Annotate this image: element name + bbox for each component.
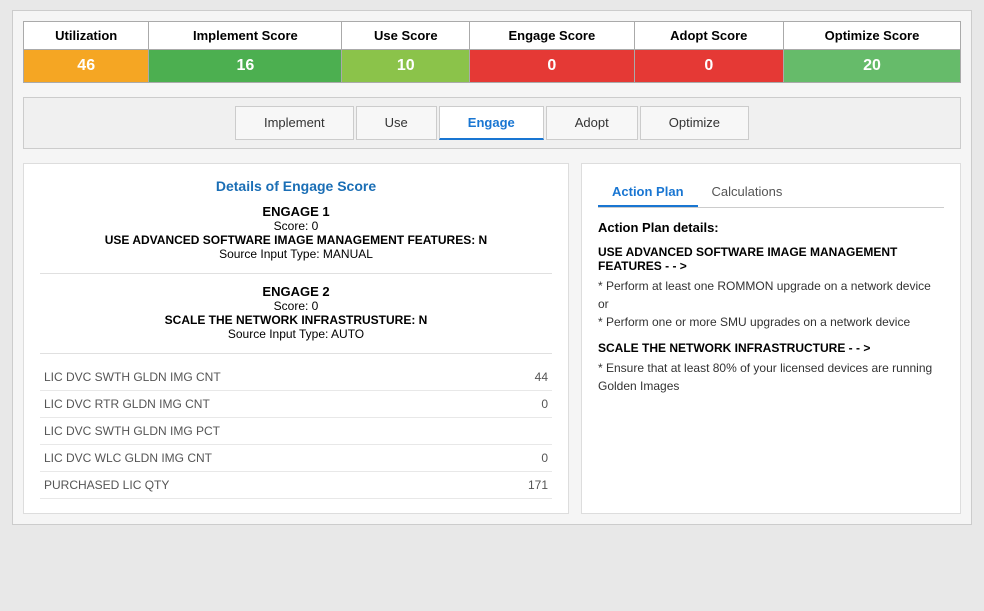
- data-row-label: LIC DVC WLC GLDN IMG CNT: [44, 451, 212, 465]
- tab-optimize[interactable]: Optimize: [640, 106, 749, 140]
- content-row: Details of Engage Score ENGAGE 1 Score: …: [23, 163, 961, 514]
- left-panel-title: Details of Engage Score: [40, 178, 552, 194]
- engage1-label: ENGAGE 1: [40, 204, 552, 219]
- score-header: Use Score: [342, 22, 470, 50]
- score-header: Optimize Score: [784, 22, 961, 50]
- engage1-source: Source Input Type: MANUAL: [40, 247, 552, 261]
- score-value: 46: [24, 50, 149, 83]
- score-value: 16: [149, 50, 342, 83]
- score-header: Implement Score: [149, 22, 342, 50]
- divider-1: [40, 273, 552, 274]
- score-value: 20: [784, 50, 961, 83]
- action-feature-title: USE ADVANCED SOFTWARE IMAGE MANAGEMENT F…: [598, 245, 944, 273]
- engage1-score: Score: 0: [40, 219, 552, 233]
- main-container: UtilizationImplement ScoreUse ScoreEngag…: [12, 10, 972, 525]
- data-row-label: PURCHASED LIC QTY: [44, 478, 169, 492]
- tab-implement[interactable]: Implement: [235, 106, 354, 140]
- data-row-value: 0: [541, 397, 548, 411]
- engage2-section: ENGAGE 2 Score: 0 SCALE THE NETWORK INFR…: [40, 284, 552, 341]
- score-value: 0: [470, 50, 634, 83]
- data-row-label: LIC DVC SWTH GLDN IMG CNT: [44, 370, 221, 384]
- tab-adopt[interactable]: Adopt: [546, 106, 638, 140]
- data-row: LIC DVC RTR GLDN IMG CNT 0: [40, 391, 552, 418]
- score-value: 0: [634, 50, 783, 83]
- engage2-feature: SCALE THE NETWORK INFRASTRUSTURE: N: [40, 313, 552, 327]
- score-header: Engage Score: [470, 22, 634, 50]
- action-plan-title: Action Plan details:: [598, 220, 944, 235]
- data-row: LIC DVC SWTH GLDN IMG PCT: [40, 418, 552, 445]
- engage1-feature: USE ADVANCED SOFTWARE IMAGE MANAGEMENT F…: [40, 233, 552, 247]
- engage2-score: Score: 0: [40, 299, 552, 313]
- divider-2: [40, 353, 552, 354]
- action-feature-title: SCALE THE NETWORK INFRASTRUCTURE - - >: [598, 341, 944, 355]
- right-tabs: Action PlanCalculations: [598, 178, 944, 208]
- action-text: * Ensure that at least 80% of your licen…: [598, 359, 944, 395]
- data-row: LIC DVC WLC GLDN IMG CNT 0: [40, 445, 552, 472]
- data-rows-container: LIC DVC SWTH GLDN IMG CNT 44 LIC DVC RTR G…: [40, 364, 552, 499]
- engage1-section: ENGAGE 1 Score: 0 USE ADVANCED SOFTWARE …: [40, 204, 552, 261]
- right-tab-action-plan[interactable]: Action Plan: [598, 178, 698, 207]
- score-table: UtilizationImplement ScoreUse ScoreEngag…: [23, 21, 961, 83]
- data-row-value: 44: [535, 370, 548, 384]
- engage2-source: Source Input Type: AUTO: [40, 327, 552, 341]
- action-sections: USE ADVANCED SOFTWARE IMAGE MANAGEMENT F…: [598, 245, 944, 395]
- action-text: * Perform at least one ROMMON upgrade on…: [598, 277, 944, 331]
- right-panel: Action PlanCalculations Action Plan deta…: [581, 163, 961, 514]
- data-row: LIC DVC SWTH GLDN IMG CNT 44: [40, 364, 552, 391]
- data-row-value: 171: [528, 478, 548, 492]
- data-row-label: LIC DVC RTR GLDN IMG CNT: [44, 397, 210, 411]
- data-row-value: 0: [541, 451, 548, 465]
- right-tab-calculations[interactable]: Calculations: [698, 178, 797, 207]
- score-header: Utilization: [24, 22, 149, 50]
- score-value: 10: [342, 50, 470, 83]
- tab-engage[interactable]: Engage: [439, 106, 544, 140]
- score-header: Adopt Score: [634, 22, 783, 50]
- left-panel: Details of Engage Score ENGAGE 1 Score: …: [23, 163, 569, 514]
- data-row: PURCHASED LIC QTY 171: [40, 472, 552, 499]
- tab-use[interactable]: Use: [356, 106, 437, 140]
- engage2-label: ENGAGE 2: [40, 284, 552, 299]
- data-row-label: LIC DVC SWTH GLDN IMG PCT: [44, 424, 220, 438]
- tabs-container: ImplementUseEngageAdoptOptimize: [23, 97, 961, 149]
